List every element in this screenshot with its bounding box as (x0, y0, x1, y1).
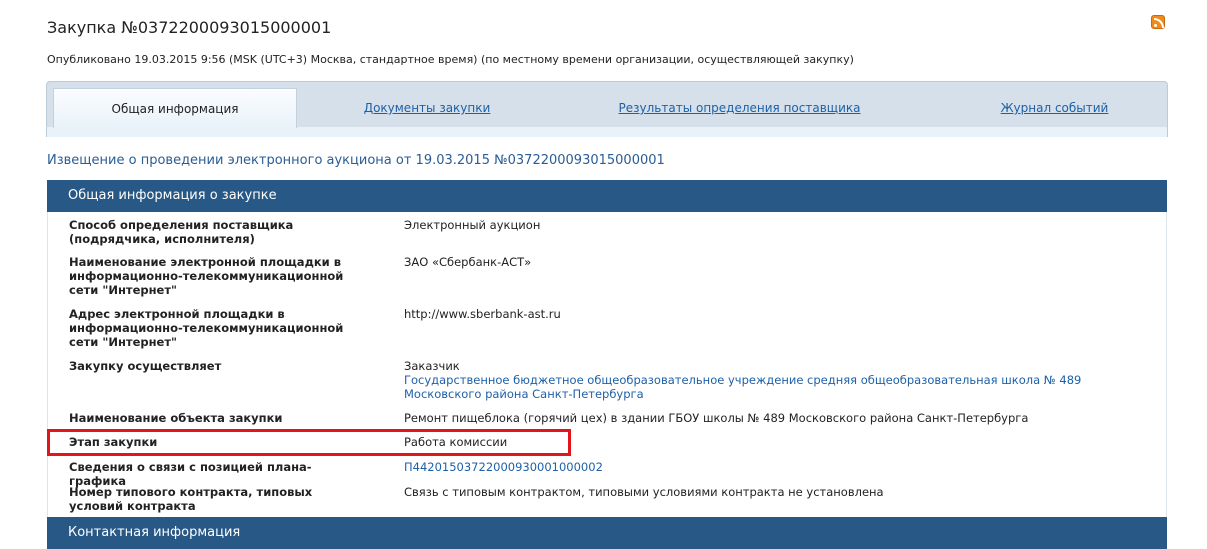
row-value: http://www.sberbank-ast.ru (404, 307, 561, 321)
tab-general-info[interactable]: Общая информация (53, 88, 297, 128)
tab-documents[interactable]: Документы закупки (364, 101, 491, 115)
page-title: Закупка №0372200093015000001 (47, 18, 332, 37)
row-label: Наименование объекта закупки (69, 411, 283, 425)
row-label: Сведения о связи с позицией плана-график… (69, 460, 312, 488)
row-label: Адрес электронной площадки в информацион… (69, 307, 344, 349)
notice-heading: Извещение о проведении электронного аукц… (47, 153, 665, 168)
tab-bar: Общая информация Документы закупки Резул… (46, 81, 1168, 137)
row-label: Номер типового контракта, типовых услови… (69, 485, 313, 513)
row-label: Закупку осуществляет (69, 359, 222, 373)
row-value: Связь с типовым контрактом, типовыми усл… (404, 485, 884, 499)
row-value: Ремонт пищеблока (горячий цех) в здании … (404, 411, 1029, 425)
section-general-header: Общая информация о закупке (47, 180, 1167, 212)
published-info: Опубликовано 19.03.2015 9:56 (MSK (UTC+3… (47, 53, 854, 66)
tab-supplier-results[interactable]: Результаты определения поставщика (619, 101, 861, 115)
highlight-box (47, 429, 571, 456)
plan-schedule-link[interactable]: П44201503722000930001000002 (404, 460, 1124, 474)
row-value: ЗАО «Сбербанк-АСТ» (404, 255, 532, 269)
tab-event-log[interactable]: Журнал событий (1001, 101, 1109, 115)
row-value: Заказчик (404, 359, 460, 373)
row-label: Наименование электронной площадки в инфо… (69, 255, 344, 297)
rss-icon[interactable] (1151, 15, 1165, 29)
row-label: Способ определения поставщика (подрядчик… (69, 218, 294, 246)
customer-link[interactable]: Государственное бюджетное общеобразовате… (404, 373, 1124, 401)
row-value: Электронный аукцион (404, 218, 541, 232)
section-contact-header: Контактная информация (47, 517, 1167, 549)
general-info-table: Способ определения поставщика (подрядчик… (47, 212, 1167, 517)
